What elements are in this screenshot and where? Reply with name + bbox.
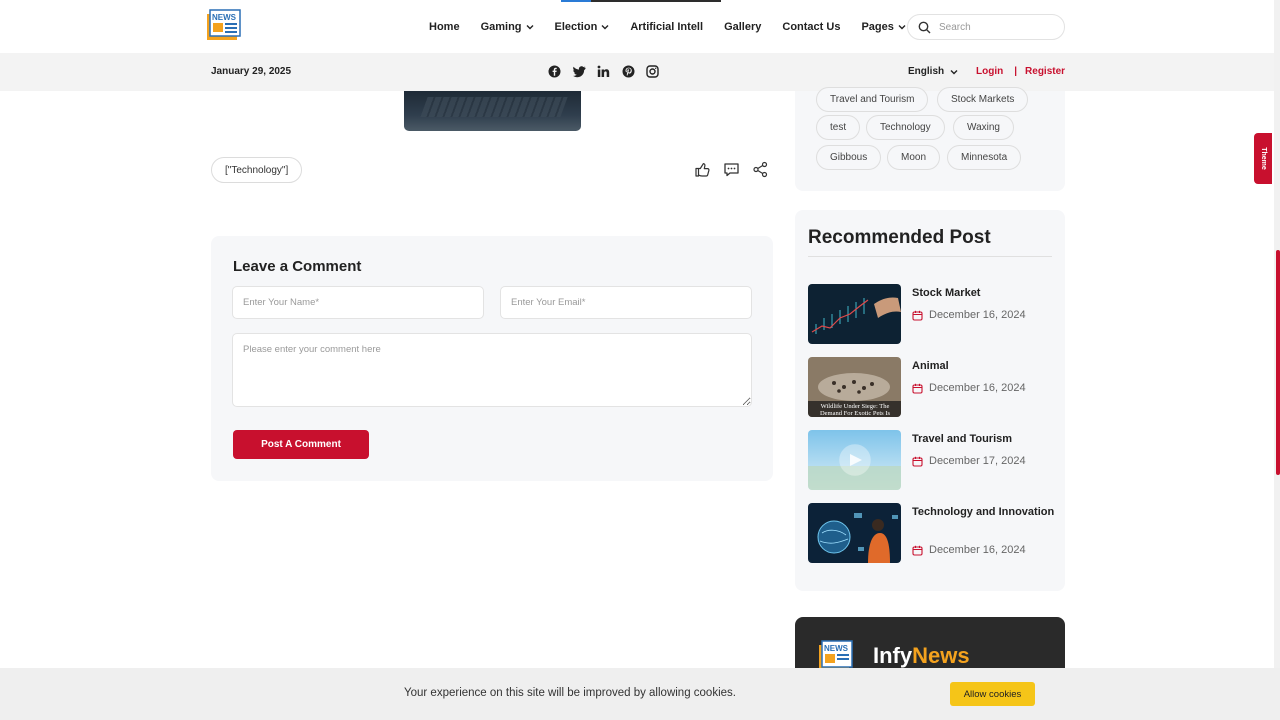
nav-label: Artificial Intell (630, 20, 704, 33)
recommended-title: Recommended Post (808, 227, 991, 248)
nav-label: Gallery (724, 20, 762, 33)
comment-form: Leave a Comment Post A Comment (211, 236, 773, 481)
allow-cookies-button[interactable]: Allow cookies (950, 682, 1035, 706)
post-date-text: December 17, 2024 (929, 455, 1026, 467)
brand-name: InfyNews (873, 643, 970, 669)
info-bar: January 29, 2025 English Login | Registe… (0, 53, 1280, 91)
auth-links: Login | Register (976, 66, 1065, 77)
nav-item-pages[interactable]: Pages (861, 20, 906, 33)
top-navbar: NEWS Home Gaming Election Artificial Int… (0, 0, 1280, 53)
brand-name-part: Infy (873, 643, 913, 668)
page: NEWS Home Gaming Election Artificial Int… (0, 0, 1280, 720)
language-label: English (908, 66, 945, 77)
nav-item-gaming[interactable]: Gaming (481, 21, 534, 33)
share-icon[interactable] (752, 161, 769, 178)
search-box[interactable] (907, 14, 1065, 40)
like-icon[interactable] (694, 161, 711, 178)
theme-toggle-tab[interactable]: Theme (1254, 133, 1272, 184)
tag-chip[interactable]: Waxing (953, 115, 1014, 140)
chevron-down-icon (950, 69, 958, 74)
pinterest-icon[interactable] (622, 65, 635, 78)
tag-chip[interactable]: Travel and Tourism (816, 87, 929, 112)
article-tag[interactable]: ["Technology"] (211, 157, 303, 183)
name-field[interactable] (232, 286, 484, 319)
calendar-icon (912, 456, 923, 467)
post-title: Technology and Innovation (912, 506, 1055, 518)
scrollbar-thumb[interactable] (1276, 250, 1280, 475)
nav-label: Contact Us (782, 20, 841, 33)
nav-item-artificial-intelligence[interactable]: Artificial Intell (630, 21, 703, 33)
comment-icon[interactable] (723, 161, 740, 178)
nav-item-home[interactable]: Home (429, 21, 460, 33)
recommended-posts: Recommended Post Stock Market December 1… (795, 210, 1065, 591)
post-title: Animal (912, 360, 949, 372)
tag-chip[interactable]: Stock Markets (937, 87, 1029, 112)
nav-label: Home (429, 20, 460, 33)
twitter-icon[interactable] (572, 65, 586, 78)
article-image (404, 91, 581, 131)
recommended-post-item[interactable]: Stock Market December 16, 2024 (808, 284, 1052, 345)
social-links (548, 65, 671, 78)
comment-textarea[interactable] (232, 333, 752, 407)
cookie-message: Your experience on this site will be imp… (404, 687, 736, 699)
search-icon (918, 21, 931, 33)
main-nav: Home Gaming Election Artificial Intell G… (429, 0, 927, 53)
post-date-text: December 16, 2024 (929, 382, 1026, 394)
comment-form-title: Leave a Comment (233, 258, 362, 275)
post-title: Stock Market (912, 287, 981, 299)
post-date: December 16, 2024 (912, 382, 1026, 394)
nav-label: Election (554, 20, 598, 33)
post-comment-button[interactable]: Post A Comment (233, 430, 369, 459)
nav-item-gallery[interactable]: Gallery (724, 21, 761, 33)
calendar-icon (912, 545, 923, 556)
calendar-icon (912, 383, 923, 394)
post-title: Travel and Tourism (912, 433, 1013, 445)
svg-text:NEWS: NEWS (212, 13, 237, 22)
site-logo[interactable]: NEWS (205, 8, 241, 42)
chevron-down-icon (898, 24, 906, 29)
search-input[interactable] (939, 21, 1049, 33)
post-date-text: December 16, 2024 (929, 309, 1026, 321)
recommended-post-item[interactable]: Travel and Tourism December 17, 2024 (808, 430, 1052, 491)
sidebar-tags: Travel and Tourism Stock Markets test Te… (795, 87, 1065, 191)
chevron-down-icon (526, 24, 534, 29)
post-date: December 16, 2024 (912, 309, 1026, 321)
tag-chip[interactable]: Gibbous (816, 145, 882, 170)
recommended-post-item[interactable]: Technology and Innovation December 16, 2… (808, 503, 1054, 564)
chevron-down-icon (601, 24, 609, 29)
auth-separator: | (1014, 66, 1018, 77)
tag-chip[interactable]: Minnesota (947, 145, 1022, 170)
nav-label: Pages (861, 20, 894, 33)
tag-chip[interactable]: Technology (866, 115, 945, 140)
theme-tab-label: Theme (1259, 147, 1267, 170)
post-date-text: December 16, 2024 (929, 544, 1026, 556)
instagram-icon[interactable] (646, 65, 659, 78)
tag-chip[interactable]: test (816, 115, 861, 140)
svg-text:NEWS: NEWS (824, 644, 849, 653)
nav-item-contact-us[interactable]: Contact Us (782, 21, 840, 33)
recommended-post-item[interactable]: Wildlife Under Siege: The Demand For Exo… (808, 357, 1052, 418)
register-link[interactable]: Register (1025, 66, 1065, 77)
post-thumbnail: Wildlife Under Siege: The Demand For Exo… (808, 357, 901, 417)
nav-label: Gaming (480, 20, 522, 33)
divider (808, 256, 1052, 257)
login-link[interactable]: Login (976, 66, 1003, 77)
cookie-banner: Your experience on this site will be imp… (0, 668, 1280, 720)
post-date: December 16, 2024 (912, 544, 1026, 556)
nav-item-election[interactable]: Election (555, 21, 610, 33)
current-date: January 29, 2025 (211, 66, 292, 77)
article-actions (694, 161, 781, 178)
post-thumbnail (808, 430, 901, 490)
language-selector[interactable]: English (908, 66, 958, 77)
post-thumbnail (808, 284, 901, 344)
linkedin-icon[interactable] (597, 65, 610, 78)
thumbnail-caption: Wildlife Under Siege: The Demand For Exo… (819, 403, 891, 417)
post-thumbnail (808, 503, 901, 563)
tag-chip[interactable]: Moon (887, 145, 941, 170)
facebook-icon[interactable] (548, 65, 561, 78)
calendar-icon (912, 310, 923, 321)
post-date: December 17, 2024 (912, 455, 1026, 467)
brand-name-accent: News (912, 643, 970, 668)
email-field[interactable] (500, 286, 752, 319)
